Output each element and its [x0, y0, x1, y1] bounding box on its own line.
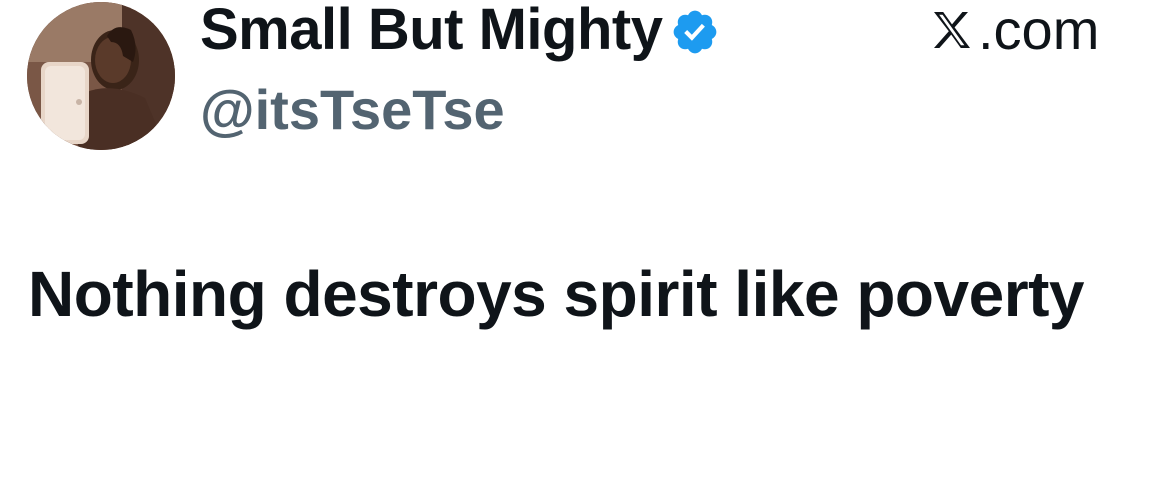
- avatar-photo-image: [27, 2, 175, 150]
- tweet-card: Small But Mighty @itsTseTse .com Nothing…: [0, 0, 1170, 483]
- author-handle[interactable]: @itsTseTse: [200, 78, 505, 142]
- tweet-body-text: Nothing destroys spirit like poverty: [28, 258, 1085, 330]
- verified-badge-icon: [670, 7, 720, 57]
- source-label: .com: [928, 0, 1099, 62]
- source-domain-text: .com: [978, 0, 1100, 61]
- x-logo-icon: [928, 6, 976, 54]
- author-avatar[interactable]: [27, 2, 175, 150]
- author-display-name[interactable]: Small But Mighty: [200, 0, 663, 62]
- author-name-row: Small But Mighty: [200, 0, 720, 62]
